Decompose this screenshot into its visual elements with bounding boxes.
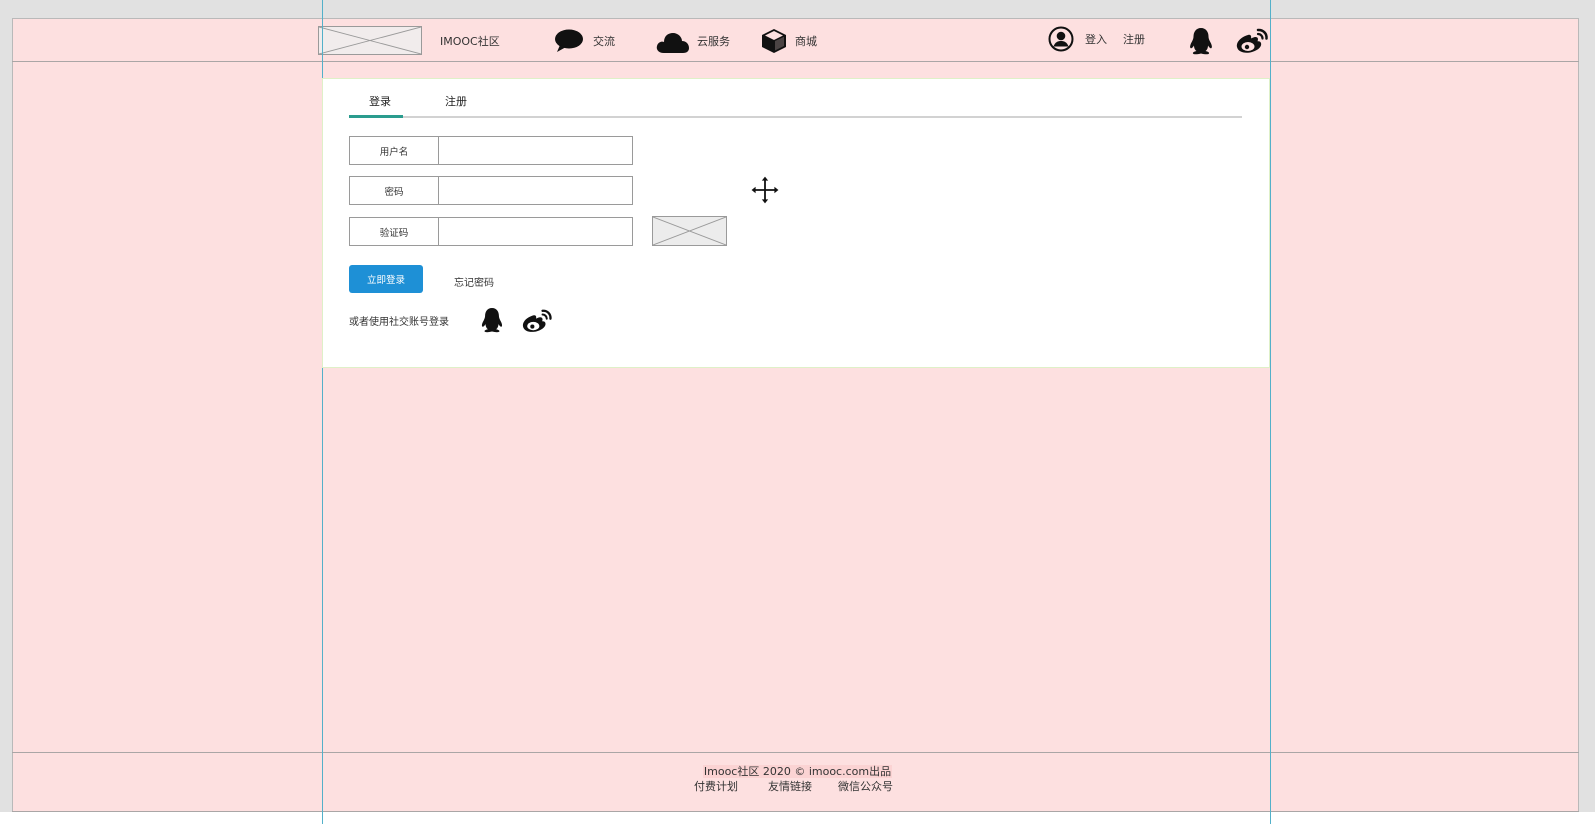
tab-login[interactable]: 登录 [369,95,391,109]
tabs-divider [349,116,1242,118]
logo-placeholder[interactable] [318,26,422,55]
captcha-image[interactable] [652,216,727,246]
chat-bubble-icon [554,29,584,53]
brand-name[interactable]: IMOOC社区 [440,35,500,49]
password-field: 密码 [349,176,633,205]
box-icon [761,28,787,54]
captcha-input[interactable] [439,218,632,245]
login-submit-button[interactable]: 立即登录 [349,265,423,293]
qq-login-icon[interactable] [480,307,504,333]
footer-link-paid-plan[interactable]: 付费计划 [694,780,738,794]
footer-copyright: Imooc社区 2020 © imooc.com出品 [0,765,1595,779]
nav-item-chat[interactable]: 交流 [593,35,615,49]
username-input[interactable] [439,137,632,164]
move-cursor-icon [750,175,780,209]
nav-item-shop[interactable]: 商城 [795,35,817,49]
weibo-icon[interactable] [1235,27,1269,55]
captcha-label: 验证码 [350,218,439,245]
tab-active-indicator [349,115,403,118]
cloud-icon [656,30,690,54]
nav-item-cloud[interactable]: 云服务 [697,35,730,49]
footer-link-wechat[interactable]: 微信公众号 [838,780,893,794]
qq-icon[interactable] [1188,27,1214,55]
footer-link-friends[interactable]: 友情链接 [768,780,812,794]
username-label: 用户名 [350,137,439,164]
password-input[interactable] [439,177,632,204]
captcha-field: 验证码 [349,217,633,246]
weibo-login-icon[interactable] [521,308,553,334]
bottom-strip [0,812,1595,824]
footer-copyright-text: Imooc社区 2020 © imooc.com出品 [702,765,893,778]
register-link[interactable]: 注册 [1123,33,1145,47]
tab-register[interactable]: 注册 [445,95,467,109]
password-label: 密码 [350,177,439,204]
login-link[interactable]: 登入 [1085,33,1107,47]
social-login-label: 或者使用社交账号登录 [349,317,449,328]
guide-line-right [1270,0,1271,824]
forgot-password-link[interactable]: 忘记密码 [454,274,494,289]
username-field: 用户名 [349,136,633,165]
user-circle-icon [1048,26,1074,52]
